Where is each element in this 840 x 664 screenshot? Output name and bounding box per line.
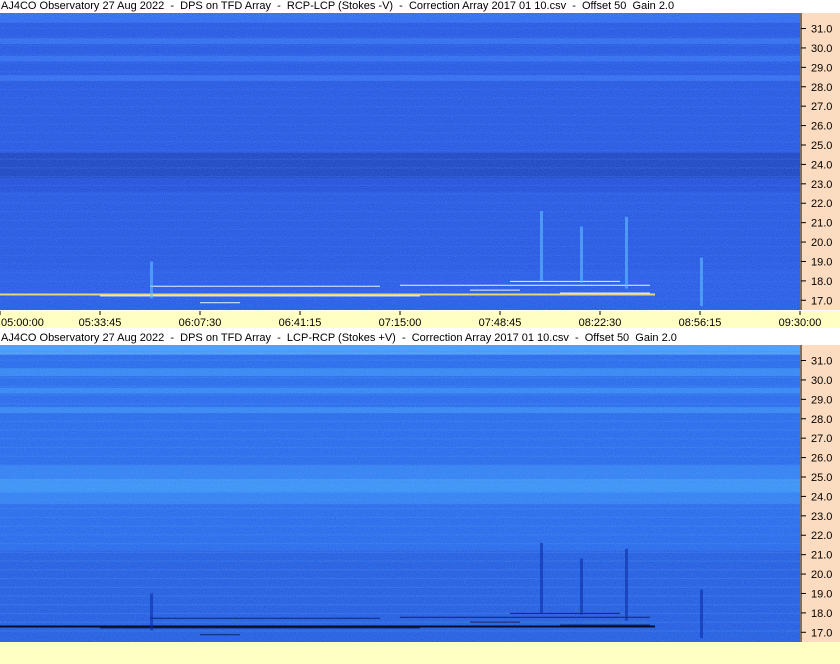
vertical-burst <box>580 558 583 615</box>
time-tick-label: 05:00:00 <box>1 317 44 328</box>
time-tick-label: 06:41:15 <box>279 317 322 328</box>
burst-streak <box>510 612 620 614</box>
freq-tick-label: 17.0 <box>811 295 832 307</box>
freq-tick-label: 26.0 <box>811 453 832 465</box>
vertical-burst <box>700 589 703 639</box>
freq-tick-label: 20.0 <box>811 569 832 581</box>
bottom-strip <box>0 642 840 664</box>
bottom-frequency-ticks: 31.0 30.0 29.0 28.0 27.0 26.0 25.0 24.0 23.0 22.0… <box>800 345 832 642</box>
burst-streak <box>200 302 240 304</box>
freq-tick-label: 18.0 <box>811 608 832 620</box>
freq-tick-label: 28.0 <box>811 82 832 94</box>
freq-tick-label: 26.0 <box>811 121 832 133</box>
freq-tick-label: 29.0 <box>811 62 832 74</box>
freq-tick-label: 24.0 <box>811 491 832 503</box>
freq-tick-label: 27.0 <box>811 101 832 113</box>
time-axis: 05:00:00 05:33:45 06:07:30 06:41:15 07:15:00… <box>0 311 840 328</box>
burst-streak <box>150 285 380 287</box>
noise-texture <box>0 13 800 310</box>
time-tick-label: 07:15:00 <box>379 317 422 328</box>
freq-tick-label: 21.0 <box>811 218 832 230</box>
top-frequency-axis: 31.0 30.0 29.0 28.0 27.0 26.0 25.0 24.0 23.0 22.0… <box>800 13 840 310</box>
freq-tick-label: 31.0 <box>811 356 832 368</box>
time-tick-label: 05:33:45 <box>79 317 122 328</box>
freq-tick-label: 19.0 <box>811 588 832 600</box>
freq-tick-label: 22.0 <box>811 530 832 542</box>
burst-streak <box>400 284 650 286</box>
burst-streak <box>100 295 420 297</box>
burst-streak <box>100 627 420 629</box>
freq-tick-label: 17.0 <box>811 627 832 639</box>
freq-tick-label: 30.0 <box>811 375 832 387</box>
freq-tick-label: 24.0 <box>811 159 832 171</box>
freq-tick-label: 29.0 <box>811 394 832 406</box>
freq-tick-label: 22.0 <box>811 198 832 210</box>
burst-streak <box>0 625 655 628</box>
time-tick-label: 09:30:00 <box>779 317 822 328</box>
burst-streak <box>560 624 650 626</box>
burst-streak <box>470 289 520 291</box>
freq-tick-label: 30.0 <box>811 43 832 55</box>
time-tick-label: 08:56:15 <box>679 317 722 328</box>
vertical-burst <box>150 593 153 631</box>
vertical-burst <box>540 543 543 613</box>
freq-tick-label: 18.0 <box>811 276 832 288</box>
vertical-burst <box>625 548 628 621</box>
freq-tick-label: 19.0 <box>811 256 832 268</box>
vertical-burst <box>150 261 153 299</box>
burst-streak <box>400 616 650 618</box>
bottom-frequency-axis: 31.0 30.0 29.0 28.0 27.0 26.0 25.0 24.0 23.0 22.0… <box>800 345 840 642</box>
bottom-spectrogram <box>0 345 800 642</box>
vertical-burst <box>625 216 628 289</box>
burst-streak <box>0 293 655 296</box>
top-spectrogram-plot <box>0 13 800 310</box>
bottom-spectrogram-plot <box>0 345 800 642</box>
vertical-burst <box>580 226 583 283</box>
time-axis-ticks: 05:00:00 05:33:45 06:07:30 06:41:15 07:15:00… <box>0 311 822 328</box>
time-tick-label: 08:22:30 <box>579 317 622 328</box>
burst-streak <box>470 621 520 623</box>
freq-tick-label: 31.0 <box>811 24 832 36</box>
freq-tick-label: 20.0 <box>811 237 832 249</box>
freq-tick-label: 21.0 <box>811 550 832 562</box>
noise-texture <box>0 345 800 642</box>
time-tick-label: 07:48:45 <box>479 317 522 328</box>
top-frequency-ticks: 31.0 30.0 29.0 28.0 27.0 26.0 25.0 24.0 23.0 22.0… <box>800 13 832 310</box>
freq-tick-label: 25.0 <box>811 472 832 484</box>
burst-streak <box>560 292 650 294</box>
burst-streak <box>150 617 380 619</box>
top-spectrogram <box>0 13 800 310</box>
vertical-burst <box>700 257 703 307</box>
vertical-burst <box>540 211 543 281</box>
bottom-panel-title: AJ4CO Observatory 27 Aug 2022 - DPS on T… <box>0 332 801 345</box>
freq-tick-label: 23.0 <box>811 511 832 523</box>
freq-tick-label: 23.0 <box>811 179 832 191</box>
burst-streak <box>510 280 620 282</box>
top-panel-title: AJ4CO Observatory 27 Aug 2022 - DPS on T… <box>0 0 801 13</box>
freq-tick-label: 27.0 <box>811 433 832 445</box>
time-tick-label: 06:07:30 <box>179 317 222 328</box>
freq-tick-label: 25.0 <box>811 140 832 152</box>
burst-streak <box>200 634 240 636</box>
freq-tick-label: 28.0 <box>811 414 832 426</box>
